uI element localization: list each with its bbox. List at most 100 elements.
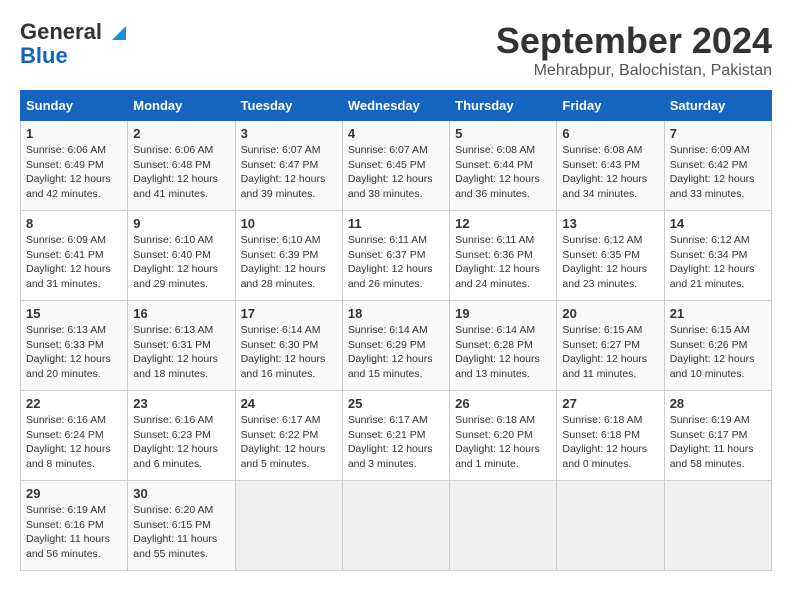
day-info: Sunrise: 6:16 AM Sunset: 6:24 PM Dayligh…	[26, 413, 122, 472]
col-wednesday: Wednesday	[342, 91, 449, 121]
col-sunday: Sunday	[21, 91, 128, 121]
calendar-day-cell: 28 Sunrise: 6:19 AM Sunset: 6:17 PM Dayl…	[664, 391, 771, 481]
day-info: Sunrise: 6:08 AM Sunset: 6:43 PM Dayligh…	[562, 143, 658, 202]
day-number: 7	[670, 126, 766, 141]
calendar-week-row: 22 Sunrise: 6:16 AM Sunset: 6:24 PM Dayl…	[21, 391, 772, 481]
calendar-day-cell: 9 Sunrise: 6:10 AM Sunset: 6:40 PM Dayli…	[128, 211, 235, 301]
day-number: 8	[26, 216, 122, 231]
day-number: 6	[562, 126, 658, 141]
calendar-week-row: 1 Sunrise: 6:06 AM Sunset: 6:49 PM Dayli…	[21, 121, 772, 211]
day-info: Sunrise: 6:08 AM Sunset: 6:44 PM Dayligh…	[455, 143, 551, 202]
calendar-week-row: 15 Sunrise: 6:13 AM Sunset: 6:33 PM Dayl…	[21, 301, 772, 391]
day-number: 13	[562, 216, 658, 231]
day-number: 28	[670, 396, 766, 411]
day-number: 23	[133, 396, 229, 411]
calendar-day-cell: 4 Sunrise: 6:07 AM Sunset: 6:45 PM Dayli…	[342, 121, 449, 211]
calendar-day-cell: 29 Sunrise: 6:19 AM Sunset: 6:16 PM Dayl…	[21, 481, 128, 571]
title-block: September 2024 Mehrabpur, Balochistan, P…	[496, 20, 772, 80]
day-info: Sunrise: 6:11 AM Sunset: 6:36 PM Dayligh…	[455, 233, 551, 292]
day-number: 24	[241, 396, 337, 411]
calendar-subtitle: Mehrabpur, Balochistan, Pakistan	[496, 62, 772, 80]
calendar-day-cell: 12 Sunrise: 6:11 AM Sunset: 6:36 PM Dayl…	[450, 211, 557, 301]
day-number: 5	[455, 126, 551, 141]
calendar-week-row: 8 Sunrise: 6:09 AM Sunset: 6:41 PM Dayli…	[21, 211, 772, 301]
day-number: 27	[562, 396, 658, 411]
day-number: 1	[26, 126, 122, 141]
page-header: General Blue September 2024 Mehrabpur, B…	[20, 20, 772, 80]
day-number: 30	[133, 486, 229, 501]
day-info: Sunrise: 6:09 AM Sunset: 6:41 PM Dayligh…	[26, 233, 122, 292]
day-info: Sunrise: 6:10 AM Sunset: 6:39 PM Dayligh…	[241, 233, 337, 292]
calendar-day-cell: 7 Sunrise: 6:09 AM Sunset: 6:42 PM Dayli…	[664, 121, 771, 211]
day-number: 9	[133, 216, 229, 231]
calendar-day-cell: 16 Sunrise: 6:13 AM Sunset: 6:31 PM Dayl…	[128, 301, 235, 391]
day-info: Sunrise: 6:17 AM Sunset: 6:21 PM Dayligh…	[348, 413, 444, 472]
day-info: Sunrise: 6:17 AM Sunset: 6:22 PM Dayligh…	[241, 413, 337, 472]
calendar-day-cell: 11 Sunrise: 6:11 AM Sunset: 6:37 PM Dayl…	[342, 211, 449, 301]
calendar-table: Sunday Monday Tuesday Wednesday Thursday…	[20, 90, 772, 571]
day-number: 14	[670, 216, 766, 231]
day-number: 25	[348, 396, 444, 411]
calendar-day-cell: 24 Sunrise: 6:17 AM Sunset: 6:22 PM Dayl…	[235, 391, 342, 481]
calendar-day-cell: 25 Sunrise: 6:17 AM Sunset: 6:21 PM Dayl…	[342, 391, 449, 481]
day-number: 10	[241, 216, 337, 231]
col-saturday: Saturday	[664, 91, 771, 121]
calendar-day-cell: 20 Sunrise: 6:15 AM Sunset: 6:27 PM Dayl…	[557, 301, 664, 391]
calendar-day-cell: 14 Sunrise: 6:12 AM Sunset: 6:34 PM Dayl…	[664, 211, 771, 301]
calendar-day-cell	[342, 481, 449, 571]
day-number: 17	[241, 306, 337, 321]
col-monday: Monday	[128, 91, 235, 121]
calendar-day-cell: 8 Sunrise: 6:09 AM Sunset: 6:41 PM Dayli…	[21, 211, 128, 301]
day-number: 4	[348, 126, 444, 141]
day-number: 16	[133, 306, 229, 321]
calendar-day-cell: 15 Sunrise: 6:13 AM Sunset: 6:33 PM Dayl…	[21, 301, 128, 391]
calendar-day-cell: 22 Sunrise: 6:16 AM Sunset: 6:24 PM Dayl…	[21, 391, 128, 481]
calendar-day-cell: 5 Sunrise: 6:08 AM Sunset: 6:44 PM Dayli…	[450, 121, 557, 211]
calendar-day-cell: 10 Sunrise: 6:10 AM Sunset: 6:39 PM Dayl…	[235, 211, 342, 301]
day-number: 18	[348, 306, 444, 321]
day-info: Sunrise: 6:10 AM Sunset: 6:40 PM Dayligh…	[133, 233, 229, 292]
day-number: 29	[26, 486, 122, 501]
day-info: Sunrise: 6:13 AM Sunset: 6:33 PM Dayligh…	[26, 323, 122, 382]
calendar-day-cell: 23 Sunrise: 6:16 AM Sunset: 6:23 PM Dayl…	[128, 391, 235, 481]
day-info: Sunrise: 6:20 AM Sunset: 6:15 PM Dayligh…	[133, 503, 229, 562]
calendar-day-cell: 19 Sunrise: 6:14 AM Sunset: 6:28 PM Dayl…	[450, 301, 557, 391]
calendar-week-row: 29 Sunrise: 6:19 AM Sunset: 6:16 PM Dayl…	[21, 481, 772, 571]
day-number: 2	[133, 126, 229, 141]
day-info: Sunrise: 6:07 AM Sunset: 6:47 PM Dayligh…	[241, 143, 337, 202]
day-info: Sunrise: 6:14 AM Sunset: 6:28 PM Dayligh…	[455, 323, 551, 382]
col-thursday: Thursday	[450, 91, 557, 121]
day-info: Sunrise: 6:06 AM Sunset: 6:48 PM Dayligh…	[133, 143, 229, 202]
calendar-day-cell: 30 Sunrise: 6:20 AM Sunset: 6:15 PM Dayl…	[128, 481, 235, 571]
calendar-day-cell	[557, 481, 664, 571]
day-info: Sunrise: 6:06 AM Sunset: 6:49 PM Dayligh…	[26, 143, 122, 202]
day-info: Sunrise: 6:09 AM Sunset: 6:42 PM Dayligh…	[670, 143, 766, 202]
day-number: 22	[26, 396, 122, 411]
col-tuesday: Tuesday	[235, 91, 342, 121]
calendar-day-cell: 17 Sunrise: 6:14 AM Sunset: 6:30 PM Dayl…	[235, 301, 342, 391]
day-number: 3	[241, 126, 337, 141]
day-info: Sunrise: 6:18 AM Sunset: 6:18 PM Dayligh…	[562, 413, 658, 472]
calendar-day-cell: 27 Sunrise: 6:18 AM Sunset: 6:18 PM Dayl…	[557, 391, 664, 481]
day-info: Sunrise: 6:11 AM Sunset: 6:37 PM Dayligh…	[348, 233, 444, 292]
calendar-title: September 2024	[496, 20, 772, 62]
calendar-day-cell	[664, 481, 771, 571]
calendar-header-row: Sunday Monday Tuesday Wednesday Thursday…	[21, 91, 772, 121]
calendar-day-cell: 26 Sunrise: 6:18 AM Sunset: 6:20 PM Dayl…	[450, 391, 557, 481]
logo-blue: Blue	[20, 43, 68, 68]
day-info: Sunrise: 6:19 AM Sunset: 6:17 PM Dayligh…	[670, 413, 766, 472]
calendar-day-cell: 21 Sunrise: 6:15 AM Sunset: 6:26 PM Dayl…	[664, 301, 771, 391]
calendar-day-cell: 13 Sunrise: 6:12 AM Sunset: 6:35 PM Dayl…	[557, 211, 664, 301]
day-info: Sunrise: 6:19 AM Sunset: 6:16 PM Dayligh…	[26, 503, 122, 562]
day-info: Sunrise: 6:18 AM Sunset: 6:20 PM Dayligh…	[455, 413, 551, 472]
day-number: 26	[455, 396, 551, 411]
day-info: Sunrise: 6:12 AM Sunset: 6:34 PM Dayligh…	[670, 233, 766, 292]
calendar-day-cell: 3 Sunrise: 6:07 AM Sunset: 6:47 PM Dayli…	[235, 121, 342, 211]
day-number: 19	[455, 306, 551, 321]
day-info: Sunrise: 6:13 AM Sunset: 6:31 PM Dayligh…	[133, 323, 229, 382]
logo-text: General	[20, 20, 130, 44]
calendar-day-cell: 2 Sunrise: 6:06 AM Sunset: 6:48 PM Dayli…	[128, 121, 235, 211]
calendar-day-cell: 18 Sunrise: 6:14 AM Sunset: 6:29 PM Dayl…	[342, 301, 449, 391]
logo: General Blue	[20, 20, 130, 68]
day-info: Sunrise: 6:12 AM Sunset: 6:35 PM Dayligh…	[562, 233, 658, 292]
